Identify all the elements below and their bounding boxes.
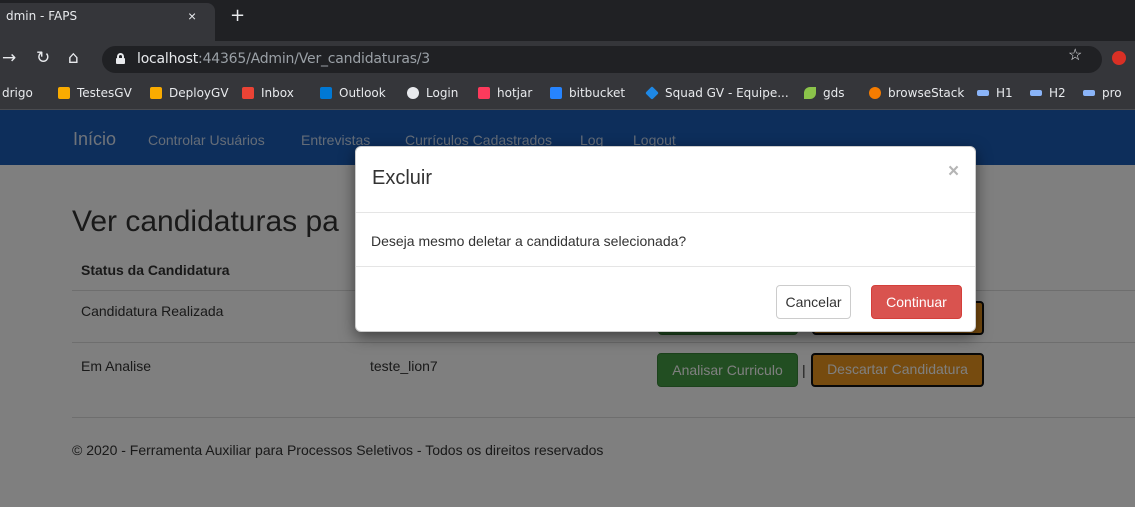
- browser-tabstrip: dmin - FAPS × +: [0, 0, 1135, 41]
- squad-icon: [645, 86, 659, 100]
- bookmark-item[interactable]: drigo: [2, 86, 33, 100]
- browserstack-icon: [869, 87, 881, 99]
- cancel-button[interactable]: Cancelar: [776, 285, 851, 319]
- leaf-icon: [804, 87, 816, 99]
- close-icon[interactable]: ×: [948, 161, 959, 183]
- url-path: :44365/Admin/Ver_candidaturas/3: [198, 51, 431, 67]
- bookmark-item[interactable]: bitbucket: [550, 86, 625, 100]
- bookmark-label: H2: [1049, 86, 1066, 100]
- delete-confirm-modal: Excluir × Deseja mesmo deletar a candida…: [355, 146, 976, 332]
- bookmark-item[interactable]: Squad GV - Equipe...: [645, 86, 789, 100]
- address-bar[interactable]: localhost:44365/Admin/Ver_candidaturas/3: [102, 46, 1102, 73]
- reload-icon[interactable]: ↻: [36, 48, 50, 68]
- bookmark-item[interactable]: Inbox: [242, 86, 294, 100]
- bookmark-item[interactable]: hotjar: [478, 86, 532, 100]
- folder-icon: [58, 87, 70, 99]
- modal-footer: Cancelar Continuar: [356, 266, 975, 332]
- card-icon: [1083, 90, 1095, 96]
- continue-button[interactable]: Continuar: [871, 285, 962, 319]
- bookmark-item[interactable]: H2: [1030, 86, 1066, 100]
- bookmark-label: gds: [823, 86, 845, 100]
- bookmark-item[interactable]: Outlook: [320, 86, 386, 100]
- home-icon[interactable]: ⌂: [68, 48, 79, 68]
- folder-icon: [150, 87, 162, 99]
- login-icon: [407, 87, 419, 99]
- bookmark-label: Inbox: [261, 86, 294, 100]
- bitbucket-icon: [550, 87, 562, 99]
- bookmark-label: DeployGV: [169, 86, 229, 100]
- tab-close-icon[interactable]: ×: [188, 8, 196, 24]
- modal-title: Excluir: [372, 167, 433, 189]
- bookmark-item[interactable]: H1: [977, 86, 1013, 100]
- extension-icon[interactable]: [1112, 51, 1126, 65]
- bookmark-label: H1: [996, 86, 1013, 100]
- browser-tab[interactable]: dmin - FAPS ×: [0, 3, 215, 41]
- tab-title: dmin - FAPS: [6, 9, 78, 23]
- bookmark-label: hotjar: [497, 86, 533, 100]
- url-host: localhost: [137, 51, 199, 67]
- gmail-icon: [242, 87, 254, 99]
- bookmark-item[interactable]: DeployGV: [150, 86, 229, 100]
- modal-message: Deseja mesmo deletar a candidatura selec…: [371, 233, 687, 249]
- browser-toolbar: → ↻ ⌂ localhost:44365/Admin/Ver_candidat…: [0, 41, 1135, 77]
- url-text: localhost:44365/Admin/Ver_candidaturas/3: [137, 51, 430, 67]
- bookmark-label: browseStack: [888, 86, 965, 100]
- bookmarks-bar: drigo TestesGV DeployGV Inbox Outlook Lo…: [0, 77, 1135, 110]
- bookmark-item[interactable]: pro: [1083, 86, 1122, 100]
- bookmark-label: Squad GV - Equipe...: [665, 86, 789, 100]
- modal-header: Excluir ×: [356, 147, 975, 213]
- hotjar-icon: [478, 87, 490, 99]
- card-icon: [1030, 90, 1042, 96]
- card-icon: [977, 90, 989, 96]
- bookmark-label: TestesGV: [77, 86, 132, 100]
- bookmark-star-icon[interactable]: ☆: [1068, 45, 1082, 65]
- outlook-icon: [320, 87, 332, 99]
- bookmark-label: pro: [1102, 86, 1122, 100]
- lock-icon: [116, 53, 125, 64]
- bookmark-item[interactable]: gds: [804, 86, 845, 100]
- bookmark-label: Login: [426, 86, 459, 100]
- bookmark-item[interactable]: TestesGV: [58, 86, 132, 100]
- bookmark-item[interactable]: browseStack: [869, 86, 964, 100]
- bookmark-label: bitbucket: [569, 86, 626, 100]
- forward-icon[interactable]: →: [2, 48, 16, 68]
- bookmark-label: Outlook: [339, 86, 386, 100]
- bookmark-label: drigo: [2, 86, 33, 100]
- bookmark-item[interactable]: Login: [407, 86, 458, 100]
- new-tab-icon[interactable]: +: [230, 5, 245, 26]
